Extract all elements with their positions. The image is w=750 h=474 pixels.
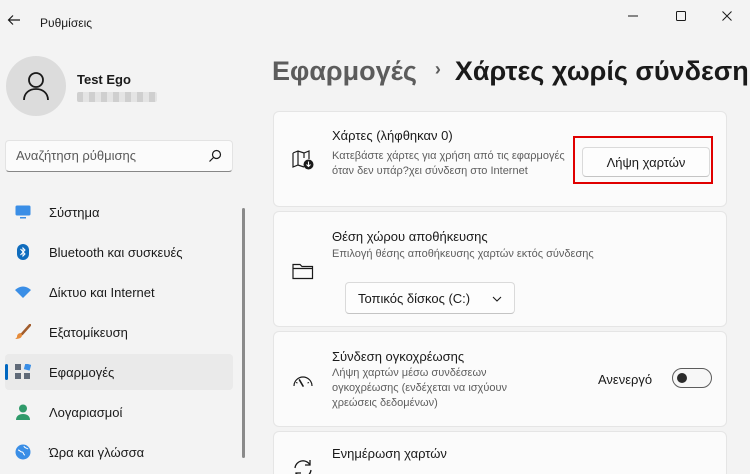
storage-location-card: Θέση χώρου αποθήκευσης Επιλογή θέσης απο… bbox=[273, 211, 727, 327]
person-icon bbox=[23, 72, 49, 101]
sidebar-item-label: Λογαριασμοί bbox=[49, 405, 123, 420]
breadcrumb-separator: › bbox=[434, 59, 441, 79]
wifi-icon bbox=[15, 284, 31, 300]
metered-card-title: Σύνδεση ογκοχρέωσης bbox=[332, 349, 465, 364]
dropdown-selected-value: Τοπικός δίσκος (C:) bbox=[358, 291, 471, 306]
arrow-left-icon bbox=[7, 15, 20, 25]
sidebar-item-label: Δίκτυο και Internet bbox=[49, 285, 155, 300]
sidebar-item-label: Εφαρμογές bbox=[49, 365, 115, 380]
monitor-icon bbox=[15, 204, 31, 220]
selection-indicator bbox=[5, 364, 8, 380]
sidebar-item-system[interactable]: Σύστημα bbox=[5, 194, 233, 230]
sidebar-item-accounts[interactable]: Λογαριασμοί bbox=[5, 394, 233, 430]
storage-card-description: Επιλογή θέσης αποθήκευσης χαρτών εκτός σ… bbox=[332, 248, 594, 260]
sidebar-item-label: Ώρα και γλώσσα bbox=[49, 445, 145, 460]
metered-card-description: Λήψη χαρτών μέσω συνδέσεων ογκοχρέωσης (… bbox=[332, 367, 507, 409]
storage-card-title: Θέση χώρου αποθήκευσης bbox=[332, 229, 488, 244]
app-title: Ρυθμίσεις bbox=[40, 16, 93, 30]
globe-icon bbox=[15, 444, 31, 460]
folder-icon bbox=[292, 260, 314, 282]
sidebar-item-label: Σύστημα bbox=[49, 205, 100, 220]
maximize-icon bbox=[676, 11, 686, 21]
sidebar-item-label: Bluetooth και συσκευές bbox=[49, 245, 183, 260]
sidebar-scrollbar[interactable] bbox=[242, 208, 245, 458]
download-maps-button[interactable]: Λήψη χαρτών bbox=[582, 147, 710, 177]
metered-toggle-state: Ανενεργό bbox=[598, 372, 653, 387]
breadcrumb: Εφαρμογές › Χάρτες χωρίς σύνδεση bbox=[272, 56, 749, 87]
sidebar-item-apps[interactable]: Εφαρμογές bbox=[5, 354, 233, 390]
profile-email-redacted bbox=[77, 92, 157, 102]
title-bar: Ρυθμίσεις bbox=[0, 0, 750, 36]
sidebar-item-network[interactable]: Δίκτυο και Internet bbox=[5, 274, 233, 310]
sidebar-item-label: Εξατομίκευση bbox=[49, 325, 128, 340]
sidebar-item-personalization[interactable]: Εξατομίκευση bbox=[5, 314, 233, 350]
metered-connection-card: Σύνδεση ογκοχρέωσης Λήψη χαρτών μέσω συν… bbox=[273, 331, 727, 427]
profile-name: Test Ego bbox=[77, 72, 131, 87]
person-icon bbox=[15, 404, 31, 420]
maps-download-card: Χάρτες (λήφθηκαν 0) Κατεβάστε χάρτες για… bbox=[273, 111, 727, 207]
map-updates-card[interactable]: Ενημέρωση χαρτών bbox=[273, 431, 727, 474]
gauge-icon bbox=[292, 369, 314, 391]
maps-card-title: Χάρτες (λήφθηκαν 0) bbox=[332, 128, 453, 143]
metered-toggle[interactable] bbox=[672, 368, 712, 388]
sidebar-item-bluetooth[interactable]: Bluetooth και συσκευές bbox=[5, 234, 233, 270]
minimize-button[interactable] bbox=[610, 0, 656, 32]
storage-location-dropdown[interactable]: Τοπικός δίσκος (C:) bbox=[345, 282, 515, 314]
map-download-icon bbox=[292, 149, 314, 171]
brush-icon bbox=[15, 324, 31, 340]
toggle-knob bbox=[677, 373, 687, 383]
refresh-icon bbox=[292, 458, 314, 474]
search-box[interactable] bbox=[5, 140, 233, 172]
page-title: Χάρτες χωρίς σύνδεση bbox=[454, 56, 749, 86]
breadcrumb-parent[interactable]: Εφαρμογές bbox=[272, 56, 417, 86]
maps-card-description: Κατεβάστε χάρτες για χρήση από τις εφαρμ… bbox=[332, 150, 565, 177]
minimize-icon bbox=[628, 15, 638, 17]
apps-icon bbox=[15, 364, 31, 380]
sidebar-nav: Σύστημα Bluetooth και συσκευές Δίκτυο κα… bbox=[5, 194, 233, 474]
maximize-button[interactable] bbox=[658, 0, 704, 32]
bluetooth-icon bbox=[15, 244, 31, 260]
chevron-down-icon bbox=[492, 296, 502, 302]
close-button[interactable] bbox=[704, 0, 750, 32]
search-icon bbox=[209, 149, 222, 162]
avatar bbox=[6, 56, 66, 116]
search-input[interactable] bbox=[16, 148, 206, 163]
updates-card-title: Ενημέρωση χαρτών bbox=[332, 446, 447, 461]
back-button[interactable] bbox=[2, 8, 26, 32]
close-icon bbox=[722, 11, 732, 21]
sidebar-item-time-language[interactable]: Ώρα και γλώσσα bbox=[5, 434, 233, 470]
